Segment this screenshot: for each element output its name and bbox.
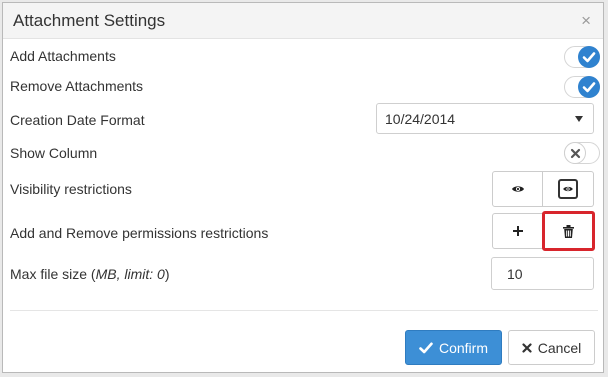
trash-icon [562,224,574,238]
add-attachments-label: Add Attachments [10,48,116,64]
remove-attachments-toggle[interactable] [564,76,600,98]
eye-icon [511,186,524,192]
max-file-size-label-suffix: ) [164,266,170,282]
close-icon[interactable]: × [581,12,591,29]
select-value: 10/24/2014 [385,111,456,127]
max-file-size-label-prefix: Max file size ( [10,266,96,282]
confirm-button[interactable]: Confirm [405,330,502,365]
visibility-restrict-button[interactable] [543,171,594,207]
show-column-toggle[interactable] [564,142,600,164]
max-file-size-label: Max file size (MB, limit: 0) [10,266,169,282]
eye-boxed-icon [558,179,578,199]
max-file-size-hint: MB, limit: 0 [95,266,165,282]
dialog-header: Attachment Settings × [3,3,603,39]
add-remove-permissions-label: Add and Remove permissions restrictions [10,225,269,241]
chevron-down-icon [575,116,583,122]
footer-divider [10,310,598,311]
show-column-label: Show Column [10,145,98,161]
visibility-view-button[interactable] [492,171,543,207]
visibility-restrictions-label: Visibility restrictions [10,181,132,197]
plus-icon [512,226,523,236]
max-file-size-input[interactable]: 10 [491,257,594,290]
check-icon [419,342,433,353]
permissions-button-group [492,213,594,249]
close-icon [522,342,532,353]
creation-date-format-label: Creation Date Format [10,112,145,128]
creation-date-format-select[interactable]: 10/24/2014 [376,103,594,134]
cancel-label: Cancel [537,339,582,356]
add-permission-button[interactable] [492,213,543,249]
remove-permission-button[interactable] [543,213,594,249]
add-attachments-toggle[interactable] [564,46,600,68]
max-file-size-value: 10 [507,266,523,282]
visibility-button-group [492,171,594,207]
confirm-label: Confirm [438,339,488,356]
dialog-title: Attachment Settings [13,11,166,30]
remove-attachments-label: Remove Attachments [10,78,144,94]
check-icon [578,46,600,68]
x-icon [564,142,586,164]
cancel-button[interactable]: Cancel [508,330,595,365]
check-icon [578,76,600,98]
